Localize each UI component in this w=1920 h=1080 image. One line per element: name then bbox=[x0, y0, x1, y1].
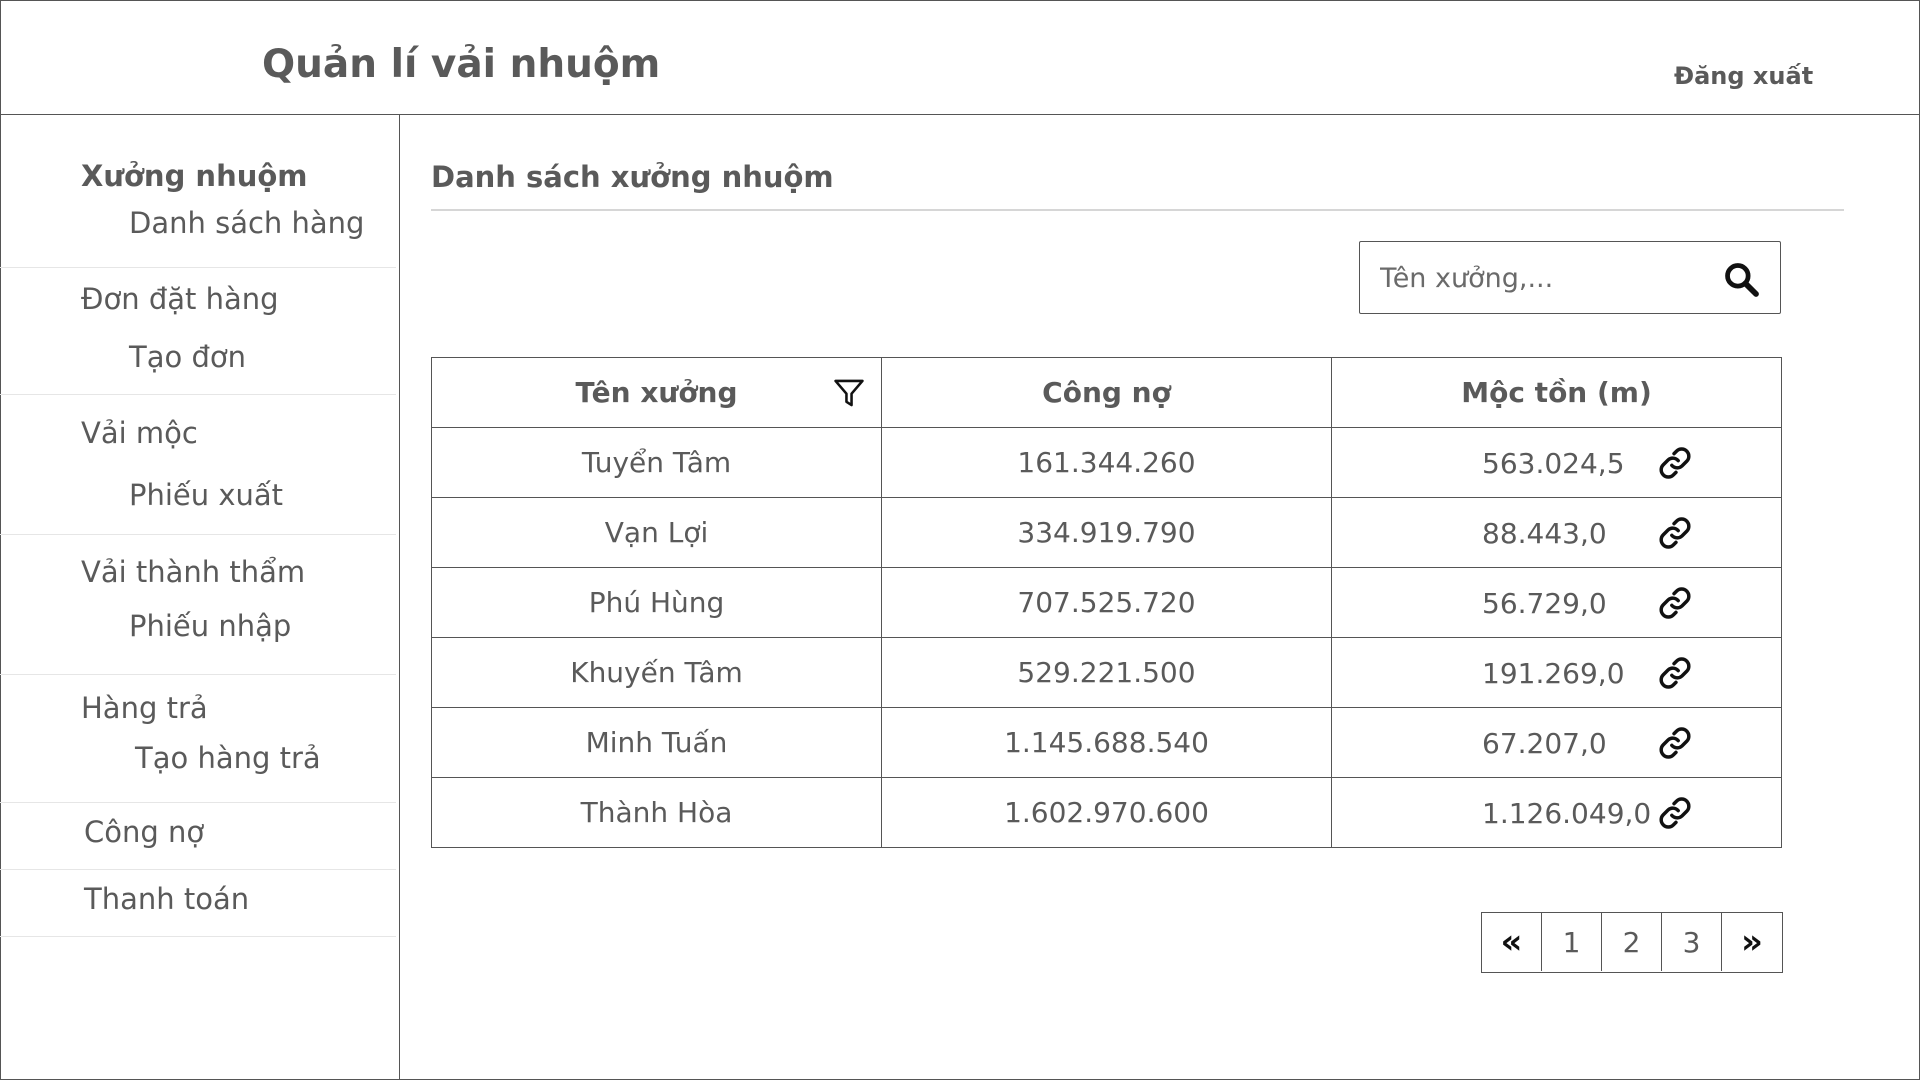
table-row[interactable]: Phú Hùng 707.525.720 56.729,0 bbox=[431, 567, 1782, 638]
cell-workshop-name: Thành Hòa bbox=[431, 777, 882, 848]
sidebar-group-vai-thanh-tham: Vải thành thẩm Phiếu nhập bbox=[0, 535, 396, 675]
link-icon[interactable] bbox=[1656, 584, 1694, 622]
sidebar-group-xuong-nhuom: Xưởng nhuộm Danh sách hàng bbox=[0, 115, 396, 268]
table-header-row: Tên xưởng Công nợ Mộc tồn (m) bbox=[431, 357, 1782, 428]
page-button-3[interactable]: 3 bbox=[1662, 913, 1722, 971]
table-row[interactable]: Vạn Lợi 334.919.790 88.443,0 bbox=[431, 497, 1782, 568]
sidebar-group-cong-no: Công nợ bbox=[0, 803, 396, 870]
column-header-label: Tên xưởng bbox=[575, 376, 738, 409]
sidebar: Xưởng nhuộm Danh sách hàng Đơn đặt hàng … bbox=[0, 115, 400, 1080]
cell-workshop-name: Phú Hùng bbox=[431, 567, 882, 638]
link-icon[interactable] bbox=[1656, 514, 1694, 552]
column-header-stock[interactable]: Mộc tồn (m) bbox=[1331, 357, 1782, 428]
sidebar-item-xuong-nhuom[interactable]: Xưởng nhuộm bbox=[81, 159, 308, 193]
stock-value: 1.126.049,0 bbox=[1482, 797, 1652, 830]
link-icon[interactable] bbox=[1656, 444, 1694, 482]
table-row[interactable]: Minh Tuấn 1.145.688.540 67.207,0 bbox=[431, 707, 1782, 778]
sidebar-subitem-danh-sach-hang[interactable]: Danh sách hàng bbox=[129, 206, 364, 240]
last-page-button[interactable]: » bbox=[1722, 913, 1782, 971]
cell-stock: 67.207,0 bbox=[1331, 707, 1782, 778]
sidebar-item-cong-no[interactable]: Công nợ bbox=[84, 815, 204, 849]
search-box[interactable] bbox=[1359, 241, 1781, 314]
sidebar-group-vai-moc: Vải mộc Phiếu xuất bbox=[0, 395, 396, 535]
link-icon[interactable] bbox=[1656, 654, 1694, 692]
cell-stock: 1.126.049,0 bbox=[1331, 777, 1782, 848]
cell-stock: 88.443,0 bbox=[1331, 497, 1782, 568]
search-input[interactable] bbox=[1380, 260, 1680, 296]
sidebar-item-hang-tra[interactable]: Hàng trả bbox=[81, 691, 208, 725]
cell-stock: 191.269,0 bbox=[1331, 637, 1782, 708]
sidebar-item-don-dat-hang[interactable]: Đơn đặt hàng bbox=[81, 282, 279, 316]
cell-debt: 334.919.790 bbox=[881, 497, 1332, 568]
stock-value: 88.443,0 bbox=[1482, 517, 1607, 550]
table-row[interactable]: Thành Hòa 1.602.970.600 1.126.049,0 bbox=[431, 777, 1782, 848]
sidebar-subitem-phieu-xuat[interactable]: Phiếu xuất bbox=[129, 478, 283, 512]
page-title: Danh sách xưởng nhuộm bbox=[431, 160, 834, 194]
sidebar-subitem-tao-don[interactable]: Tạo đơn bbox=[129, 340, 246, 374]
table-row[interactable]: Tuyển Tâm 161.344.260 563.024,5 bbox=[431, 427, 1782, 498]
first-page-button[interactable]: « bbox=[1482, 913, 1542, 971]
pagination: « 1 2 3 » bbox=[1481, 912, 1783, 973]
column-header-debt[interactable]: Công nợ bbox=[881, 357, 1332, 428]
stock-value: 563.024,5 bbox=[1482, 447, 1625, 480]
cell-workshop-name: Minh Tuấn bbox=[431, 707, 882, 778]
sidebar-group-hang-tra: Hàng trả Tạo hàng trả bbox=[0, 675, 396, 803]
filter-icon[interactable] bbox=[832, 376, 866, 410]
sidebar-item-thanh-toan[interactable]: Thanh toán bbox=[84, 882, 249, 916]
column-header-name[interactable]: Tên xưởng bbox=[431, 357, 882, 428]
cell-debt: 1.145.688.540 bbox=[881, 707, 1332, 778]
header: Quản lí vải nhuộm Đăng xuất bbox=[0, 0, 1920, 115]
logout-button[interactable]: Đăng xuất bbox=[1674, 62, 1813, 90]
sidebar-subitem-phieu-nhap[interactable]: Phiếu nhập bbox=[129, 609, 291, 643]
link-icon[interactable] bbox=[1656, 794, 1694, 832]
stock-value: 56.729,0 bbox=[1482, 587, 1607, 620]
app-title: Quản lí vải nhuộm bbox=[262, 42, 661, 87]
search-icon[interactable] bbox=[1722, 260, 1760, 298]
cell-debt: 529.221.500 bbox=[881, 637, 1332, 708]
page-button-2[interactable]: 2 bbox=[1602, 913, 1662, 971]
sidebar-group-thanh-toan: Thanh toán bbox=[0, 870, 396, 937]
stock-value: 191.269,0 bbox=[1482, 657, 1625, 690]
cell-workshop-name: Tuyển Tâm bbox=[431, 427, 882, 498]
cell-debt: 707.525.720 bbox=[881, 567, 1332, 638]
cell-stock: 563.024,5 bbox=[1331, 427, 1782, 498]
cell-workshop-name: Vạn Lợi bbox=[431, 497, 882, 568]
sidebar-group-don-dat-hang: Đơn đặt hàng Tạo đơn bbox=[0, 268, 396, 395]
page-button-1[interactable]: 1 bbox=[1542, 913, 1602, 971]
stock-value: 67.207,0 bbox=[1482, 727, 1607, 760]
workshop-table: Tên xưởng Công nợ Mộc tồn (m) Tuyển Tâm 1… bbox=[431, 357, 1782, 848]
cell-debt: 1.602.970.600 bbox=[881, 777, 1332, 848]
cell-stock: 56.729,0 bbox=[1331, 567, 1782, 638]
link-icon[interactable] bbox=[1656, 724, 1694, 762]
table-row[interactable]: Khuyến Tâm 529.221.500 191.269,0 bbox=[431, 637, 1782, 708]
sidebar-subitem-tao-hang-tra[interactable]: Tạo hàng trả bbox=[135, 741, 321, 775]
cell-workshop-name: Khuyến Tâm bbox=[431, 637, 882, 708]
sidebar-item-vai-moc[interactable]: Vải mộc bbox=[81, 416, 198, 450]
cell-debt: 161.344.260 bbox=[881, 427, 1332, 498]
divider bbox=[431, 209, 1844, 211]
sidebar-item-vai-thanh-tham[interactable]: Vải thành thẩm bbox=[81, 555, 305, 589]
